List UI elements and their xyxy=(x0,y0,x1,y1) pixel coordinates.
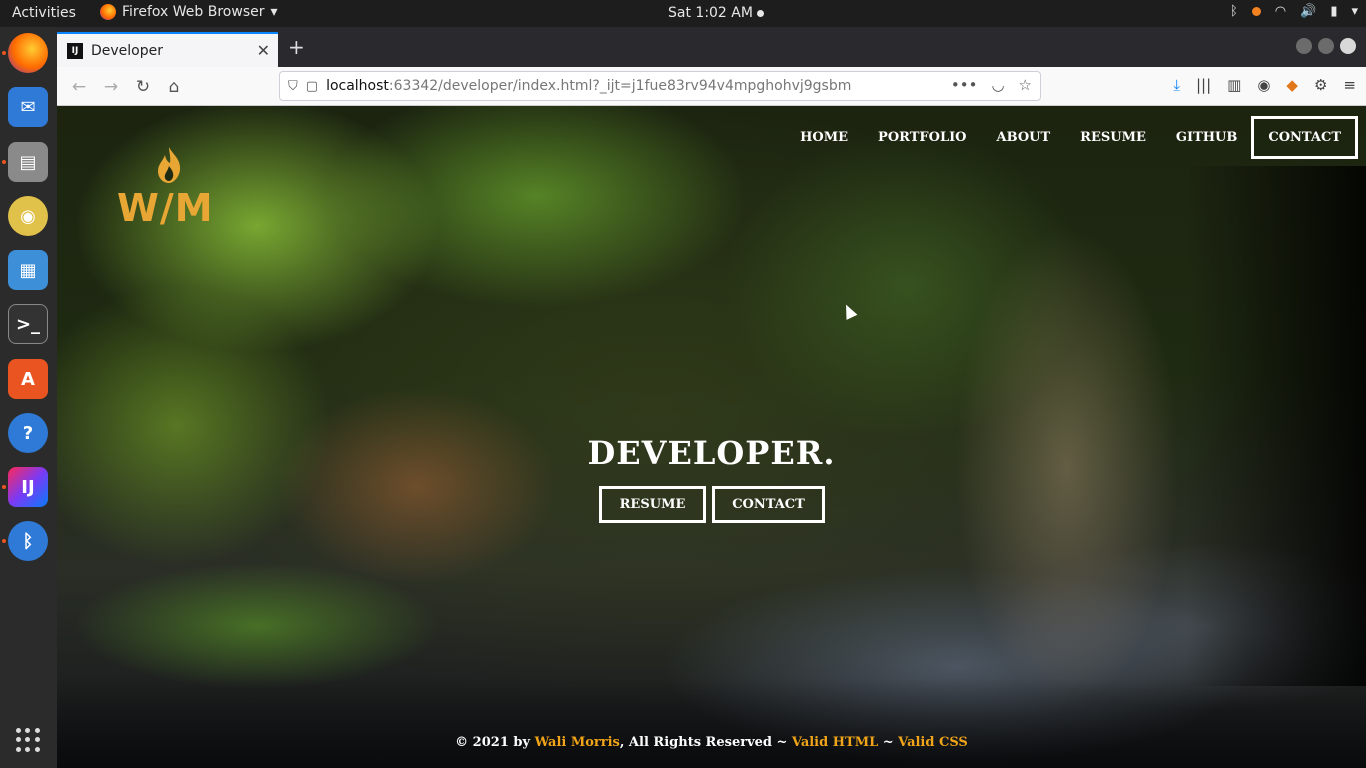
intellij-icon[interactable]: IJ xyxy=(8,467,48,507)
firefox-icon[interactable] xyxy=(8,33,48,73)
app-menu-label: Firefox Web Browser xyxy=(122,4,265,20)
sidebar-icon[interactable]: ▥ xyxy=(1227,76,1241,94)
activities-button[interactable]: Activities xyxy=(12,5,76,21)
page-actions-icon[interactable]: ••• xyxy=(951,76,978,94)
battery-icon[interactable]: ▮ xyxy=(1330,4,1337,19)
bookmark-star-icon[interactable]: ☆ xyxy=(1019,76,1032,94)
minimize-icon[interactable] xyxy=(1296,38,1312,54)
browser-nav-bar: ← → ↻ ⌂ ⛉ ▢ localhost:63342/developer/in… xyxy=(57,67,1366,106)
running-indicator-icon xyxy=(2,51,6,55)
page-info-icon[interactable]: ▢ xyxy=(306,79,318,94)
volume-icon[interactable]: 🔊 xyxy=(1300,4,1316,19)
clock[interactable]: Sat 1:02 AM xyxy=(668,5,764,21)
resume-button[interactable]: RESUME xyxy=(599,486,706,523)
flame-icon xyxy=(158,147,181,183)
power-menu-icon[interactable]: ▾ xyxy=(1351,4,1358,19)
footer-rights: , All Rights Reserved ~ xyxy=(619,735,792,750)
hamburger-menu-icon[interactable]: ≡ xyxy=(1343,76,1356,94)
web-page: W/M HOME PORTFOLIO ABOUT RESUME GITHUB C… xyxy=(57,106,1366,768)
footer-author-link[interactable]: Wali Morris xyxy=(535,735,620,750)
browser-tab-bar: IJ Developer ✕ + xyxy=(57,27,1366,67)
nav-github[interactable]: GITHUB xyxy=(1176,130,1237,145)
help-icon[interactable]: ? xyxy=(8,413,48,453)
background-shade xyxy=(57,678,1366,768)
app-menu[interactable]: Firefox Web Browser ▾ xyxy=(100,4,278,20)
notification-dot-icon xyxy=(756,10,764,17)
site-nav: HOME PORTFOLIO ABOUT RESUME GITHUB CONTA… xyxy=(770,116,1358,159)
forward-icon[interactable]: → xyxy=(99,75,123,99)
pocket-icon[interactable]: ◡ xyxy=(991,76,1004,94)
chevron-down-icon: ▾ xyxy=(270,4,278,20)
account-icon[interactable]: ◉ xyxy=(1257,76,1270,94)
window-controls xyxy=(1296,38,1356,54)
thunderbird-icon[interactable]: ✉ xyxy=(8,87,48,127)
hero-title: DEVELOPER. xyxy=(587,434,836,472)
footer-separator: ~ xyxy=(878,735,899,750)
toolbar-icons: ⤓ ||| ▥ ◉ ◆ ⚙ ≡ xyxy=(1173,76,1356,94)
nav-portfolio[interactable]: PORTFOLIO xyxy=(878,130,966,145)
hero-buttons: RESUME CONTACT xyxy=(599,486,825,523)
mouse-cursor-icon xyxy=(840,302,858,320)
url-bar[interactable]: ⛉ ▢ localhost:63342/developer/index.html… xyxy=(279,71,1041,101)
valid-html-link[interactable]: Valid HTML xyxy=(792,735,878,750)
valid-css-link[interactable]: Valid CSS xyxy=(898,735,968,750)
metamask-extension-icon[interactable]: ◆ xyxy=(1286,76,1298,94)
background-shade xyxy=(1186,166,1366,686)
running-indicator-icon xyxy=(2,539,6,543)
home-icon[interactable]: ⌂ xyxy=(162,75,186,99)
running-indicator-icon xyxy=(2,485,6,489)
close-tab-icon[interactable]: ✕ xyxy=(257,41,270,60)
url-path: :63342/developer/index.html?_ijt=j1fue83… xyxy=(388,78,852,94)
nav-contact[interactable]: CONTACT xyxy=(1251,116,1358,159)
contact-button[interactable]: CONTACT xyxy=(712,486,825,523)
libreoffice-writer-icon[interactable]: ▦ xyxy=(8,250,48,290)
show-applications-icon[interactable] xyxy=(16,728,40,752)
wifi-icon[interactable]: ◠ xyxy=(1275,4,1286,19)
firefox-icon xyxy=(100,4,116,20)
nav-about[interactable]: ABOUT xyxy=(997,130,1051,145)
dock: ✉ ▤ ◉ ▦ >_ A ? IJ ᛒ xyxy=(0,27,57,768)
tracking-shield-icon[interactable]: ⛉ xyxy=(288,79,298,94)
downloads-icon[interactable]: ⤓ xyxy=(1173,76,1180,94)
tab-developer[interactable]: IJ Developer ✕ xyxy=(57,32,278,67)
system-tray[interactable]: ᛒ ◠ 🔊 ▮ ▾ xyxy=(1230,4,1358,19)
logo-text: W/M xyxy=(117,186,214,230)
url-host: localhost xyxy=(326,78,389,94)
back-icon[interactable]: ← xyxy=(67,75,91,99)
library-icon[interactable]: ||| xyxy=(1196,76,1211,94)
footer-copyright: © 2021 by xyxy=(455,735,535,750)
running-indicator-icon xyxy=(2,160,6,164)
bluetooth-icon[interactable]: ᛒ xyxy=(1230,4,1238,19)
site-footer: © 2021 by Wali Morris, All Rights Reserv… xyxy=(57,735,1366,750)
bluetooth-icon[interactable]: ᛒ xyxy=(8,521,48,561)
maximize-icon[interactable] xyxy=(1318,38,1334,54)
extension-gear-icon[interactable]: ⚙ xyxy=(1314,76,1327,94)
nav-resume[interactable]: RESUME xyxy=(1080,130,1146,145)
new-tab-icon[interactable]: + xyxy=(288,35,305,59)
intellij-favicon-icon: IJ xyxy=(67,42,83,59)
clock-label: Sat 1:02 AM xyxy=(668,5,753,21)
update-indicator-icon[interactable] xyxy=(1251,7,1261,16)
site-logo[interactable]: W/M xyxy=(117,146,227,236)
system-top-bar: Activities Firefox Web Browser ▾ Sat 1:0… xyxy=(0,0,1366,27)
files-icon[interactable]: ▤ xyxy=(8,142,48,182)
close-window-icon[interactable] xyxy=(1340,38,1356,54)
software-center-icon[interactable]: A xyxy=(8,359,48,399)
tab-title: Developer xyxy=(91,42,164,59)
terminal-icon[interactable]: >_ xyxy=(8,304,48,344)
rhythmbox-icon[interactable]: ◉ xyxy=(8,196,48,236)
reload-icon[interactable]: ↻ xyxy=(131,75,155,99)
nav-home[interactable]: HOME xyxy=(800,130,848,145)
